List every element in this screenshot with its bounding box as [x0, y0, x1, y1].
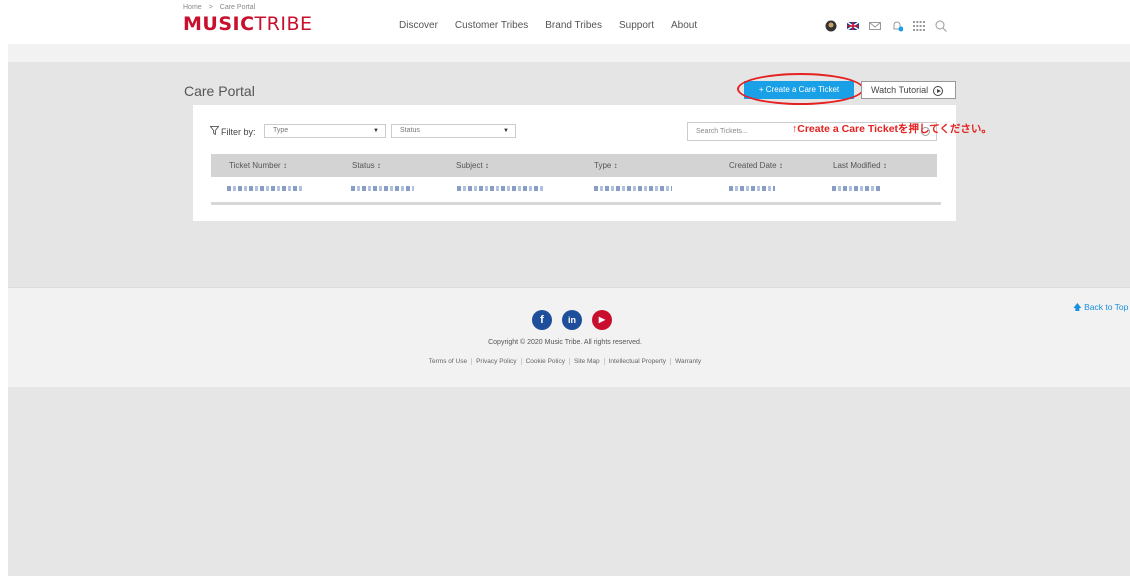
breadcrumb: Home > Care Portal [183, 4, 255, 11]
filter-label-text: Filter by: [221, 127, 256, 137]
watch-tutorial-label: Watch Tutorial [871, 85, 929, 95]
sort-icon: ↕ [376, 161, 381, 170]
back-to-top-label: Back to Top [1084, 302, 1129, 312]
breadcrumb-current: Care Portal [219, 4, 256, 11]
sort-icon: ↕ [484, 161, 489, 170]
site-footer [8, 287, 1130, 387]
arrow-up-icon: 🡅 [1073, 302, 1082, 312]
nav-about[interactable]: About [671, 20, 697, 31]
col-last-modified[interactable]: Last Modified ↕ [833, 161, 887, 170]
music-tribe-logo[interactable]: MUSICTRIBE [183, 13, 313, 35]
table-scrollbar[interactable] [211, 202, 941, 205]
logo-part-music: MUSIC [183, 13, 255, 35]
redacted-cell [729, 186, 775, 191]
nav-support[interactable]: Support [619, 20, 654, 31]
back-to-top-link[interactable]: 🡅 Back to Top [1073, 302, 1128, 316]
nav-brand-tribes[interactable]: Brand Tribes [545, 20, 602, 31]
page-bottom [8, 387, 1130, 576]
col-type[interactable]: Type ↕ [594, 161, 618, 170]
sort-icon: ↕ [778, 161, 783, 170]
sort-icon: ↕ [613, 161, 618, 170]
search-icon[interactable] [935, 20, 947, 32]
search-placeholder: Search Tickets... [696, 128, 748, 135]
footer-link-ip[interactable]: Intellectual Property [604, 358, 672, 365]
footer-link-cookie[interactable]: Cookie Policy [521, 358, 570, 365]
logo-part-tribe: TRIBE [254, 13, 313, 35]
footer-link-terms[interactable]: Terms of Use [424, 358, 473, 365]
table-header: Ticket Number ↕ Status ↕ Subject ↕ Type … [211, 154, 937, 177]
redacted-cell [594, 186, 672, 191]
status-select[interactable]: Status ▼ [391, 124, 516, 138]
col-subject[interactable]: Subject ↕ [456, 161, 489, 170]
nav-customer-tribes[interactable]: Customer Tribes [455, 20, 528, 31]
annotation-text: ↑Create a Care Ticketを押してください。 [792, 123, 992, 135]
table-row[interactable] [211, 177, 937, 201]
status-select-value: Status [400, 127, 420, 134]
breadcrumb-bar [8, 44, 1130, 62]
chevron-down-icon: ▼ [503, 128, 509, 134]
col-ticket-number[interactable]: Ticket Number ↕ [229, 161, 287, 170]
watch-tutorial-button[interactable]: Watch Tutorial [861, 81, 956, 99]
breadcrumb-separator: > [208, 4, 213, 11]
page-title: Care Portal [184, 83, 255, 99]
breadcrumb-home[interactable]: Home [183, 4, 202, 11]
redacted-cell [457, 186, 543, 191]
left-edge [0, 0, 8, 576]
nav-discover[interactable]: Discover [399, 20, 438, 31]
avatar-icon[interactable] [825, 20, 837, 32]
youtube-icon[interactable]: ▶ [592, 310, 612, 330]
filter-label: Filter by: [209, 126, 256, 137]
grid-icon[interactable] [913, 20, 925, 32]
main-nav: Discover Customer Tribes Brand Tribes Su… [399, 20, 714, 31]
copyright: Copyright © 2020 Music Tribe. All rights… [488, 339, 642, 346]
linkedin-icon[interactable]: in [562, 310, 582, 330]
type-select-value: Type [273, 127, 289, 134]
footer-link-warranty[interactable]: Warranty [671, 358, 705, 365]
sort-icon: ↕ [282, 161, 287, 170]
play-icon [933, 85, 944, 96]
redacted-cell [832, 186, 881, 191]
redacted-cell [227, 186, 304, 191]
create-care-ticket-button[interactable]: + Create a Care Ticket [744, 81, 854, 99]
filter-icon [209, 126, 220, 137]
footer-link-sitemap[interactable]: Site Map [569, 358, 605, 365]
footer-links: Terms of Use Privacy Policy Cookie Policy S… [0, 358, 1130, 365]
footer-link-privacy[interactable]: Privacy Policy [472, 358, 522, 365]
redacted-cell [351, 186, 414, 191]
chevron-down-icon: ▼ [373, 128, 379, 134]
social-links: f in ▶ [532, 310, 612, 330]
facebook-icon[interactable]: f [532, 310, 552, 330]
col-created-date[interactable]: Created Date ↕ [729, 161, 783, 170]
col-status[interactable]: Status ↕ [352, 161, 381, 170]
mail-icon[interactable] [869, 20, 881, 32]
type-select[interactable]: Type ▼ [264, 124, 386, 138]
header-icons [825, 20, 947, 32]
notification-bell-icon[interactable] [891, 20, 903, 32]
uk-flag-icon[interactable] [847, 20, 859, 32]
sort-icon: ↕ [882, 161, 887, 170]
